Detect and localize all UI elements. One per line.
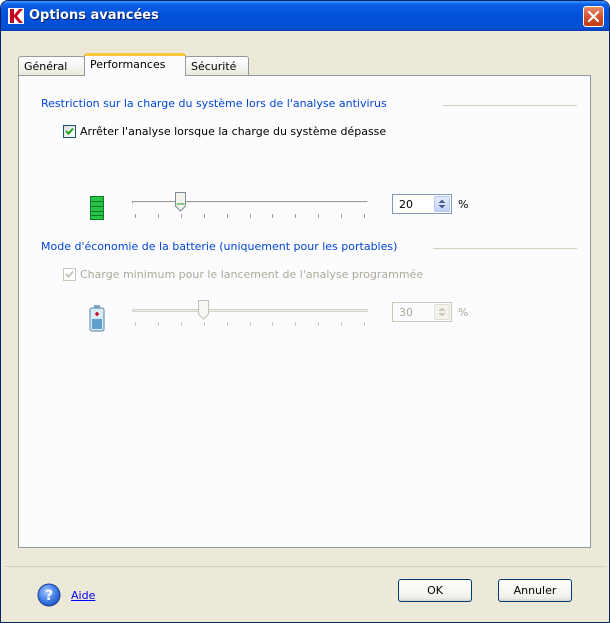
battery-checkbox[interactable] xyxy=(63,268,76,281)
slider-tick xyxy=(295,322,296,326)
battery-checkbox-label[interactable]: Charge minimum pour le lancement de l'an… xyxy=(80,268,423,281)
title-bar[interactable]: Options avancées xyxy=(1,1,609,31)
svg-text:?: ? xyxy=(45,588,53,604)
close-button[interactable] xyxy=(583,6,604,27)
slider-tick xyxy=(227,322,228,326)
slider-tick xyxy=(135,214,136,218)
tab-label: Performances xyxy=(90,58,166,71)
system-load-icon xyxy=(90,196,104,220)
tab-label: Sécurité xyxy=(191,60,237,73)
kaspersky-logo-icon xyxy=(8,8,24,24)
tab-label: Général xyxy=(24,60,68,73)
group-divider xyxy=(443,105,577,106)
slider-tick xyxy=(204,214,205,218)
slider-tick xyxy=(364,322,365,326)
performances-panel: Restriction sur la charge du système lor… xyxy=(18,75,591,548)
up-down-arrows-icon xyxy=(438,199,446,209)
slider-tick xyxy=(341,214,342,218)
slider-tick xyxy=(295,214,296,218)
slider-tick xyxy=(158,214,159,218)
options-window: Options avancées Général Performances Sé… xyxy=(0,0,610,623)
battery-icon xyxy=(89,305,105,332)
battery-unit: % xyxy=(458,306,469,319)
help-link[interactable]: Aide xyxy=(71,589,95,602)
battery-value: 30 xyxy=(399,306,413,319)
slider-tick xyxy=(250,214,251,218)
slider-tick xyxy=(181,322,182,326)
slider-tick xyxy=(364,214,365,218)
battery-slider-track[interactable] xyxy=(132,309,368,312)
battery-spinbox[interactable]: 30 xyxy=(392,302,452,322)
window-title: Options avancées xyxy=(29,8,159,23)
slider-tick xyxy=(227,214,228,218)
tab-performances[interactable]: Performances xyxy=(84,53,186,76)
system-load-slider-thumb[interactable] xyxy=(175,192,187,212)
help-icon[interactable]: ? xyxy=(37,583,61,607)
slider-tick xyxy=(272,322,273,326)
slider-tick xyxy=(250,322,251,326)
system-load-value: 20 xyxy=(399,198,413,211)
ok-button[interactable]: OK xyxy=(398,579,472,602)
slider-tick xyxy=(158,322,159,326)
system-load-checkbox-label[interactable]: Arrêter l'analyse lorsque la charge du s… xyxy=(80,125,386,138)
slider-tick xyxy=(272,214,273,218)
slider-tick xyxy=(318,214,319,218)
battery-spin-buttons[interactable] xyxy=(434,304,450,320)
group-divider xyxy=(433,248,577,249)
battery-slider-ticks xyxy=(135,322,365,326)
footer-divider xyxy=(4,566,605,567)
slider-tick xyxy=(341,322,342,326)
slider-tick xyxy=(135,322,136,326)
tab-general[interactable]: Général xyxy=(18,56,85,75)
dialog-body: Général Performances Sécurité Restrictio… xyxy=(4,31,605,618)
battery-group-title: Mode d'économie de la batterie (uniqueme… xyxy=(41,240,398,253)
tab-securite[interactable]: Sécurité xyxy=(185,56,249,75)
system-load-spin-buttons[interactable] xyxy=(434,196,450,212)
system-load-slider-ticks xyxy=(135,214,365,218)
system-load-group-title: Restriction sur la charge du système lor… xyxy=(41,97,387,110)
cancel-button[interactable]: Annuler xyxy=(498,579,572,602)
up-down-arrows-icon xyxy=(438,307,446,317)
system-load-unit: % xyxy=(458,198,469,211)
system-load-spinbox[interactable]: 20 xyxy=(392,194,452,214)
slider-tick xyxy=(181,214,182,218)
system-load-slider-track[interactable] xyxy=(132,201,368,204)
battery-slider-thumb[interactable] xyxy=(198,300,210,320)
system-load-checkbox[interactable] xyxy=(63,125,76,138)
checkmark-icon xyxy=(65,127,74,135)
slider-tick xyxy=(204,322,205,326)
checkmark-icon xyxy=(65,270,74,278)
slider-tick xyxy=(318,322,319,326)
close-icon xyxy=(588,11,599,22)
